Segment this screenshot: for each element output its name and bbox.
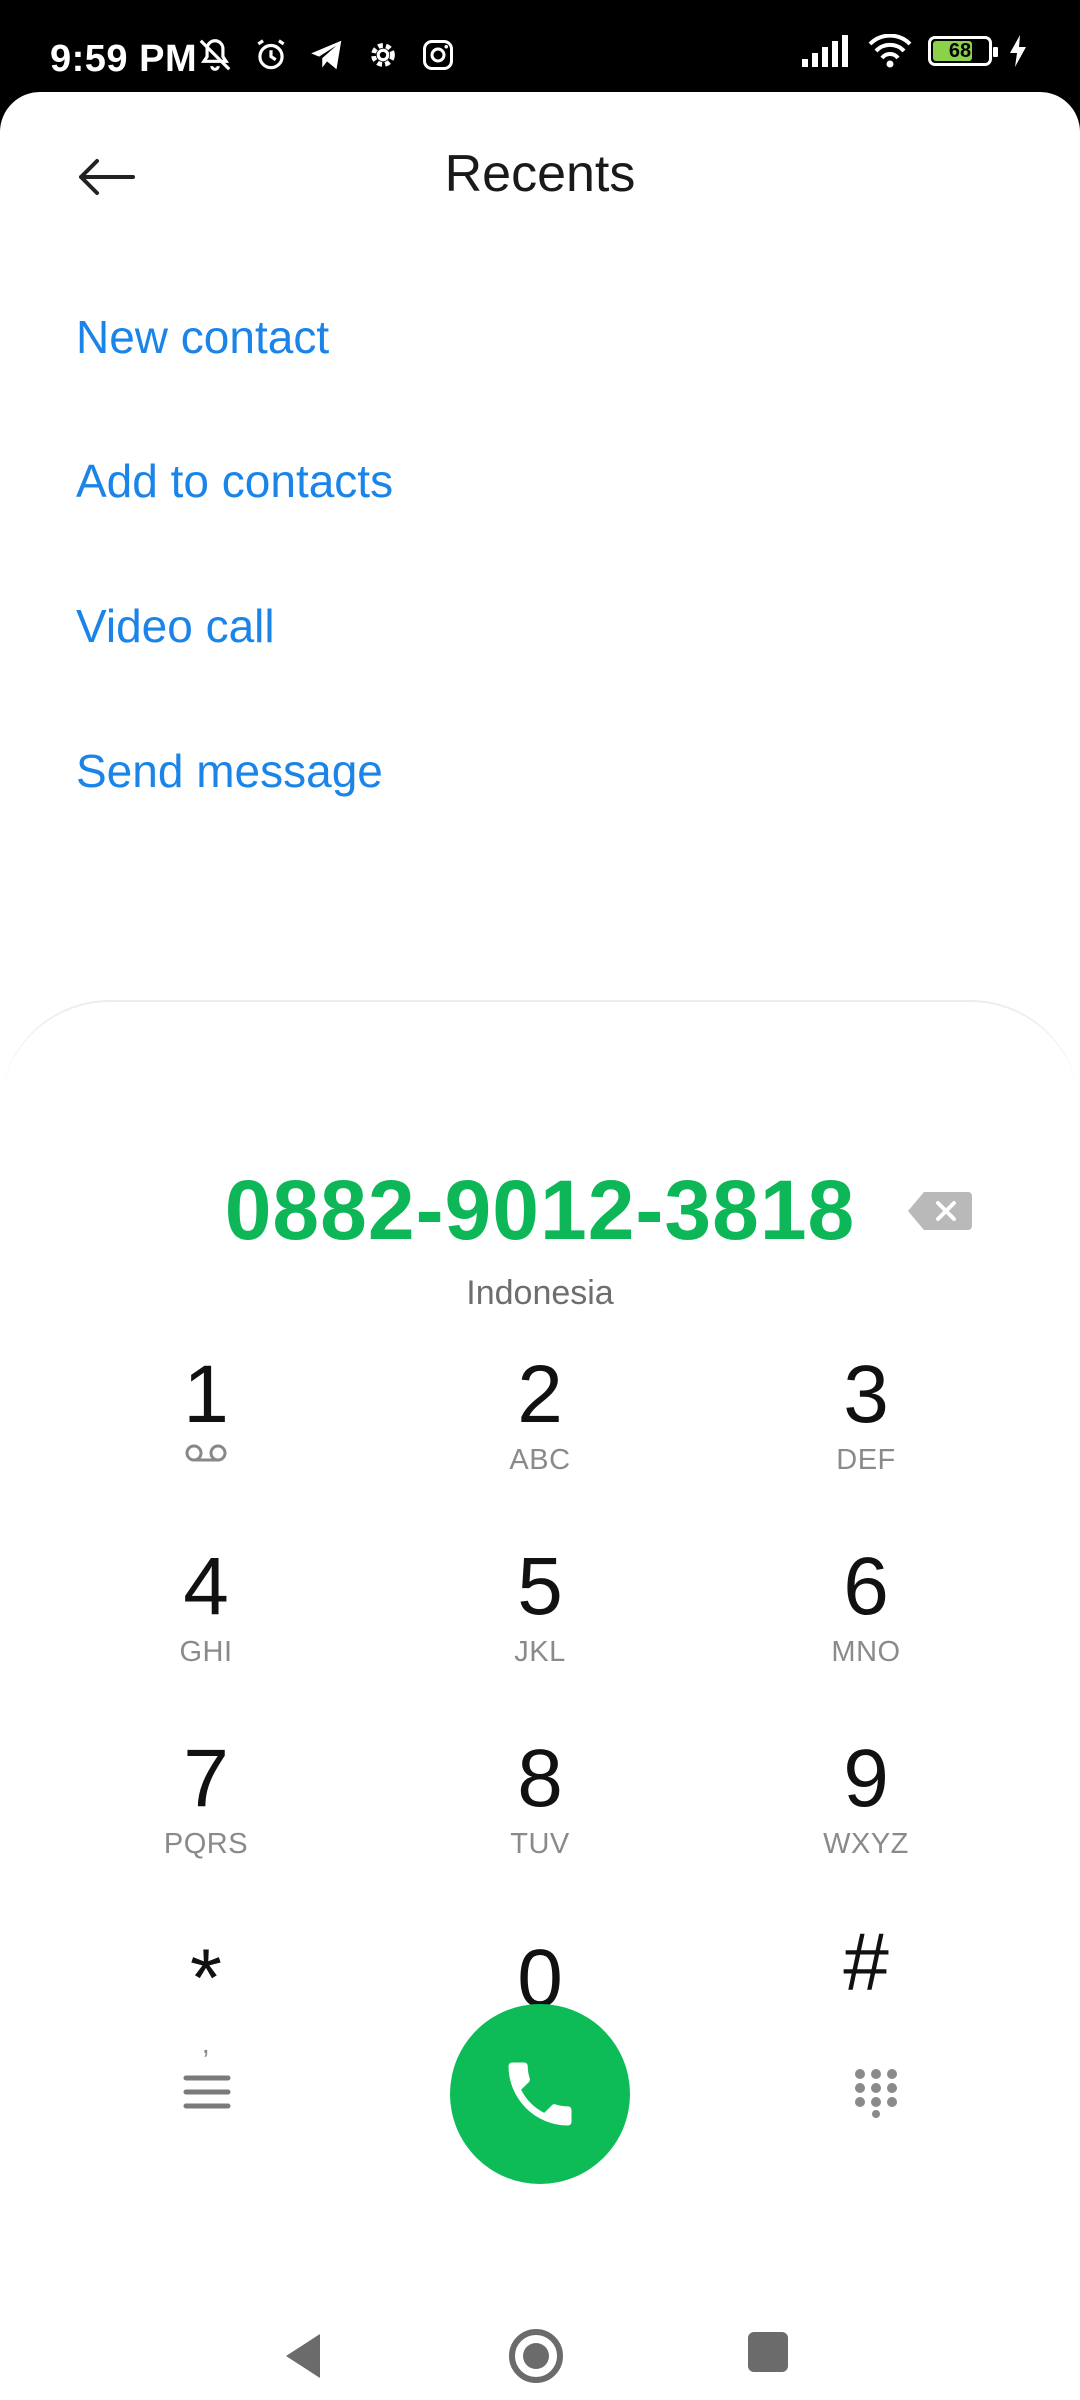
key-digit: 4 xyxy=(183,1541,229,1632)
key-digit: 9 xyxy=(843,1733,889,1824)
hide-dialpad-button[interactable] xyxy=(852,2066,900,2118)
backspace-icon xyxy=(908,1192,972,1230)
nav-home-icon[interactable] xyxy=(506,2326,566,2386)
key-9[interactable]: 9 WXYZ xyxy=(746,1738,986,1908)
key-digit: * xyxy=(190,1933,222,2024)
backspace-button[interactable] xyxy=(908,1190,972,1232)
telegram-icon xyxy=(311,40,342,70)
voicemail-icon xyxy=(185,1444,227,1462)
key-letters: MNO xyxy=(831,1636,901,1668)
charging-icon xyxy=(1010,35,1026,67)
key-2[interactable]: 2 ABC xyxy=(420,1354,660,1524)
key-letters: ABC xyxy=(509,1444,571,1476)
key-digit: 5 xyxy=(517,1541,563,1632)
key-letters: GHI xyxy=(179,1636,233,1668)
status-bar: 9:59 PM 68 xyxy=(0,0,1080,92)
country-label: Indonesia xyxy=(466,1274,614,1312)
key-4[interactable]: 4 GHI xyxy=(86,1546,326,1716)
menu-button[interactable] xyxy=(182,2072,232,2112)
key-digit: 2 xyxy=(517,1349,563,1440)
key-letters: WXYZ xyxy=(823,1828,909,1860)
send-message-link[interactable]: Send message xyxy=(76,744,383,798)
key-digit: 7 xyxy=(183,1733,229,1824)
settings-icon xyxy=(371,43,395,67)
key-1[interactable]: 1 xyxy=(86,1354,326,1524)
video-call-link[interactable]: Video call xyxy=(76,599,275,653)
dialer-screen: Recents New contact Add to contacts Vide… xyxy=(0,92,1080,2400)
notification-icons xyxy=(196,36,456,74)
instagram-icon xyxy=(423,40,453,70)
mute-icon xyxy=(199,39,231,71)
nav-back-icon[interactable] xyxy=(280,2330,324,2382)
nav-recents-icon[interactable] xyxy=(748,2332,788,2372)
dialpad-icon xyxy=(855,2069,897,2118)
battery-level: 68 xyxy=(948,40,972,62)
phone-icon xyxy=(508,2062,572,2126)
system-icons: 68 xyxy=(802,34,1028,68)
status-time: 9:59 PM xyxy=(50,38,198,80)
battery-icon: 68 xyxy=(928,36,998,66)
key-6[interactable]: 6 MNO xyxy=(746,1546,986,1716)
key-digit: 1 xyxy=(183,1349,229,1440)
call-button[interactable] xyxy=(450,2004,630,2184)
new-contact-link[interactable]: New contact xyxy=(76,310,329,364)
key-digit: 8 xyxy=(517,1733,563,1824)
key-digit: # xyxy=(843,1917,889,2008)
key-letters: PQRS xyxy=(163,1828,249,1860)
add-to-contacts-link[interactable]: Add to contacts xyxy=(76,454,393,508)
key-5[interactable]: 5 JKL xyxy=(420,1546,660,1716)
key-digit: 6 xyxy=(843,1541,889,1632)
key-8[interactable]: 8 TUV xyxy=(420,1738,660,1908)
dialpad-panel: 0882-9012-3818 Indonesia 1 2 ABC 3 DEF 4… xyxy=(0,1000,1080,2400)
key-letters: DEF xyxy=(836,1444,896,1476)
key-letters: , xyxy=(201,2028,211,2060)
navigation-bar xyxy=(0,2310,1080,2400)
key-3[interactable]: 3 DEF xyxy=(746,1354,986,1524)
key-letters: JKL xyxy=(514,1636,566,1668)
alarm-icon xyxy=(257,39,285,70)
page-title: Recents xyxy=(444,145,636,203)
key-letters: TUV xyxy=(510,1828,570,1860)
key-7[interactable]: 7 PQRS xyxy=(86,1738,326,1908)
menu-icon xyxy=(183,2075,231,2109)
wifi-icon xyxy=(868,34,912,68)
signal-icon xyxy=(802,35,848,67)
key-digit: 3 xyxy=(843,1349,889,1440)
